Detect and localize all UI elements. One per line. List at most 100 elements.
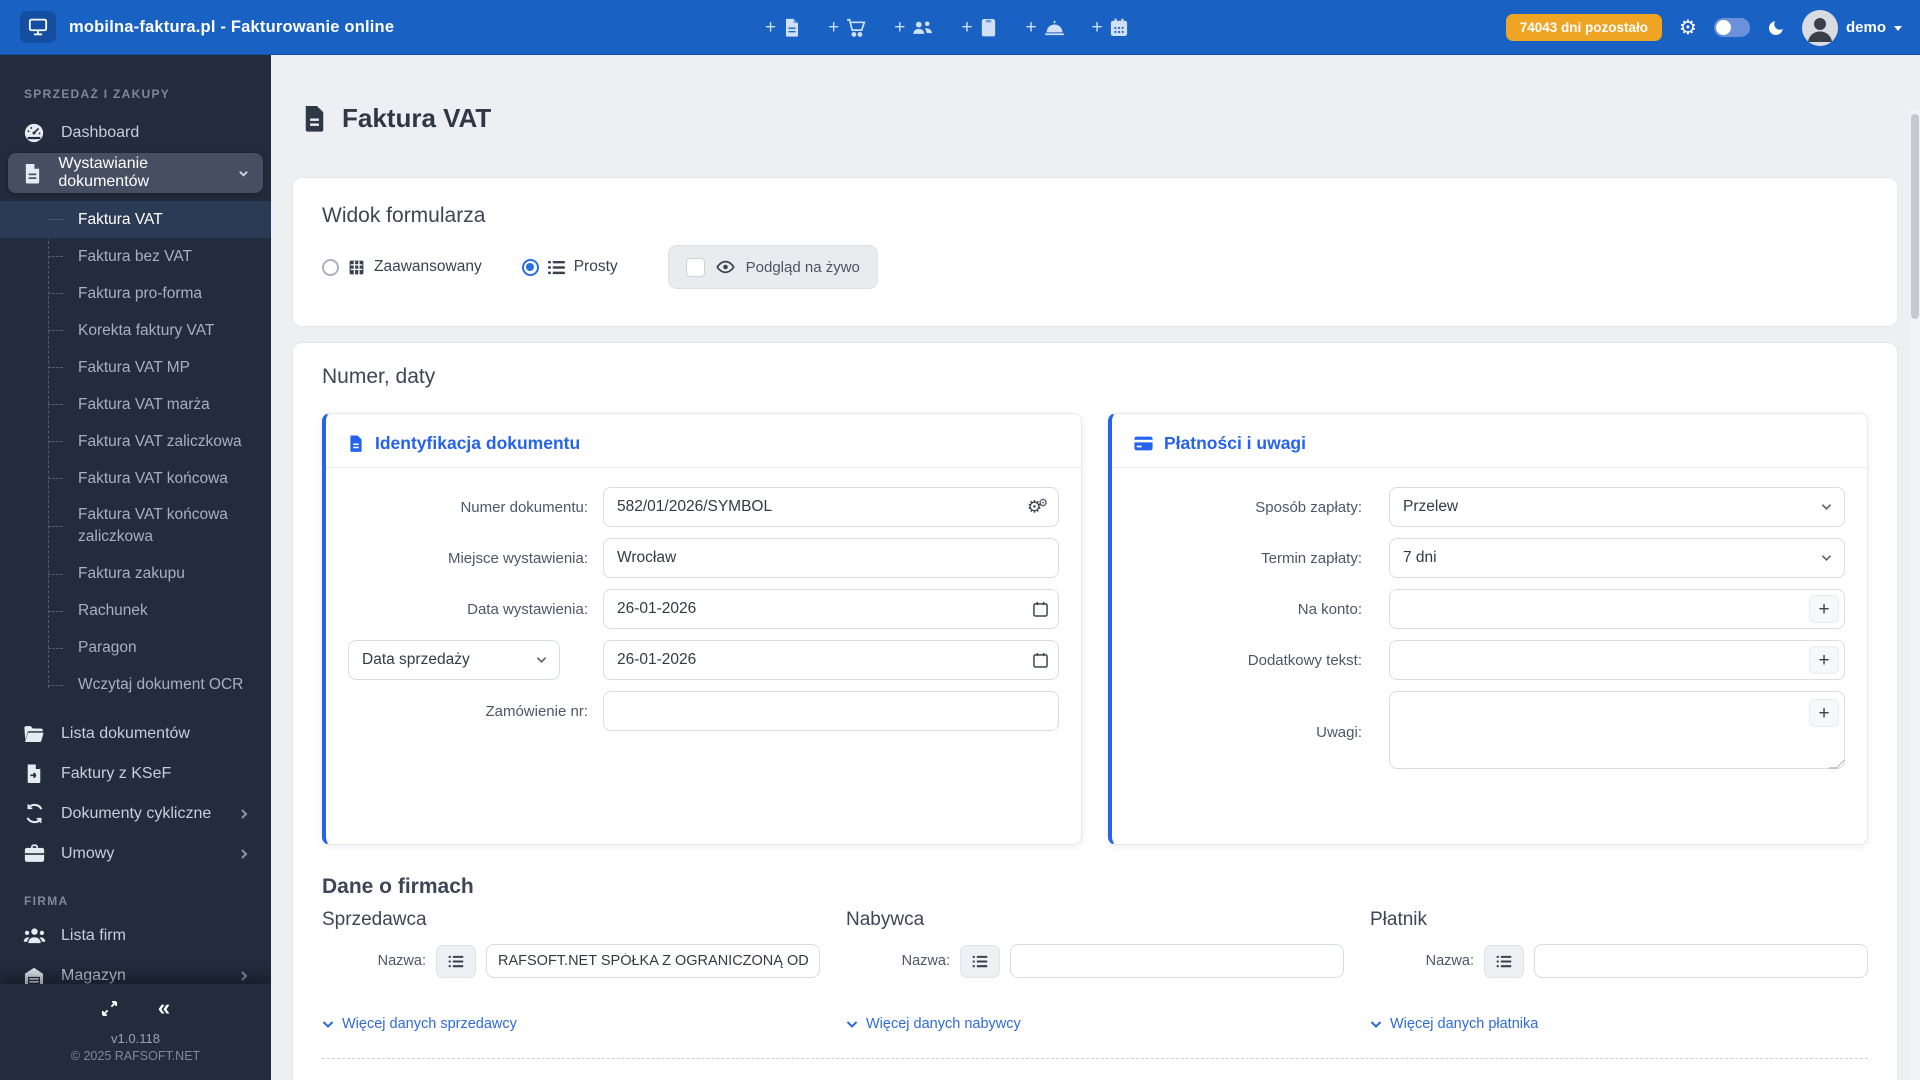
data-sprzedazy-input[interactable]: [603, 640, 1059, 680]
link-label: Więcej danych sprzedawcy: [342, 1016, 517, 1032]
collapse-sidebar-icon[interactable]: «: [158, 997, 170, 1019]
add-document-button[interactable]: +: [765, 18, 801, 37]
add-schedule-button[interactable]: +: [1092, 18, 1128, 37]
seller-name-input[interactable]: [486, 944, 820, 978]
live-preview-checkbox[interactable]: [685, 257, 705, 277]
user-menu[interactable]: demo: [1801, 9, 1902, 46]
simple-view-option[interactable]: Prosty: [521, 258, 618, 276]
subitem-faktura-vat-koncowa[interactable]: Faktura VAT końcowa: [0, 460, 271, 497]
calendar-icon[interactable]: [1033, 652, 1048, 668]
numer-dokumentu-input[interactable]: [603, 487, 1059, 527]
calendar-icon: [1110, 18, 1128, 37]
more-payer-data-link[interactable]: Więcej danych płatnika: [1370, 1016, 1868, 1032]
numbering-settings-icon[interactable]: ⚙ ⚙: [1027, 498, 1048, 516]
payer-title: Płatnik: [1370, 909, 1428, 930]
calendar-icon[interactable]: [1033, 601, 1048, 617]
companies-icon: [22, 927, 46, 945]
add-contractor-button[interactable]: +: [894, 18, 934, 37]
selected-option: 7 dni: [1403, 549, 1437, 566]
trial-days-badge[interactable]: 74043 dni pozostało: [1505, 14, 1663, 41]
plus-icon: +: [961, 17, 973, 38]
subitem-paragon[interactable]: Paragon: [0, 630, 271, 667]
sidebar-item-label: Dashboard: [61, 124, 140, 141]
chevron-right-icon: [239, 848, 249, 860]
buyer-name-input[interactable]: [1010, 944, 1344, 978]
sidebar-item-wystawianie-dokumentow[interactable]: Wystawianie dokumentów: [8, 153, 263, 193]
grid-icon: [348, 258, 365, 276]
buyer-pick-list-button[interactable]: [960, 944, 1000, 978]
chevron-down-icon: [1370, 1020, 1382, 1029]
sposob-zaplaty-label: Sposób zapłaty:: [1255, 498, 1362, 516]
subitem-faktura-vat[interactable]: Faktura VAT: [0, 201, 271, 238]
subitem-wczytaj-dokument-ocr[interactable]: Wczytaj dokument OCR: [0, 667, 271, 704]
dark-mode-moon-icon[interactable]: [1767, 19, 1785, 37]
simple-label: Prosty: [573, 258, 618, 275]
expand-sidebar-icon[interactable]: [101, 1000, 118, 1017]
subitem-faktura-vat-zaliczkowa[interactable]: Faktura VAT zaliczkowa: [0, 423, 271, 460]
subitem-faktura-zakupu[interactable]: Faktura zakupu: [0, 556, 271, 593]
link-label: Więcej danych płatnika: [1390, 1016, 1539, 1032]
briefcase-icon: [22, 844, 46, 863]
subitem-rachunek[interactable]: Rachunek: [0, 593, 271, 630]
payer-name-input[interactable]: [1534, 944, 1868, 978]
sidebar-item-label: Magazyn: [61, 966, 126, 984]
seller-pick-list-button[interactable]: [436, 944, 476, 978]
numer-dokumentu-label: Numer dokumentu:: [460, 498, 588, 516]
add-text-button[interactable]: +: [1809, 646, 1839, 674]
subitem-faktura-vat-marza[interactable]: Faktura VAT marża: [0, 386, 271, 423]
sidebar-item-label: Lista dokumentów: [61, 724, 190, 742]
add-account-button[interactable]: +: [1809, 595, 1839, 623]
miejsce-wystawienia-input[interactable]: [603, 538, 1059, 578]
subitem-faktura-vat-koncowa-zaliczkowa[interactable]: Faktura VAT końcowa zaliczkowa: [0, 497, 255, 556]
sidebar-item-lista-dokumentow[interactable]: Lista dokumentów: [8, 714, 263, 754]
dodatkowy-tekst-input[interactable]: [1389, 640, 1845, 680]
data-sprzedazy-select[interactable]: Data sprzedaży: [348, 640, 560, 680]
more-buyer-data-link[interactable]: Więcej danych nabywcy: [846, 1016, 1344, 1032]
add-note-button[interactable]: +: [1809, 699, 1839, 727]
na-konto-input[interactable]: [1389, 589, 1845, 629]
companies-section-title: Dane o firmach: [322, 875, 474, 898]
sposob-zaplaty-select[interactable]: Przelew: [1389, 487, 1845, 527]
seller-column: Sprzedawca Nazwa:: [322, 909, 820, 978]
sidebar-item-dashboard[interactable]: Dashboard: [8, 113, 263, 153]
uwagi-label: Uwagi:: [1316, 724, 1362, 741]
more-seller-data-link[interactable]: Więcej danych sprzedawcy: [322, 1016, 820, 1032]
termin-zaplaty-select[interactable]: 7 dni: [1389, 538, 1845, 578]
subitem-korekta-faktury-vat[interactable]: Korekta faktury VAT: [0, 312, 271, 349]
add-service-button[interactable]: +: [1025, 18, 1064, 37]
dodatkowy-tekst-label: Dodatkowy tekst:: [1247, 651, 1362, 669]
data-wystawienia-label: Data wystawienia:: [467, 600, 588, 618]
quick-add-toolbar: + + + + + +: [765, 0, 1128, 55]
add-product-button[interactable]: +: [961, 18, 998, 37]
payer-pick-list-button[interactable]: [1484, 944, 1524, 978]
sidebar-item-faktury-z-ksef[interactable]: Faktury z KSeF: [8, 754, 263, 794]
sidebar-section-sales: SPRZEDAŻ I ZAKUPY: [24, 87, 171, 101]
scrollbar-thumb[interactable]: [1911, 114, 1919, 319]
theme-toggle[interactable]: [1713, 18, 1750, 37]
chevron-right-icon: [239, 970, 249, 982]
vertical-scrollbar[interactable]: [1910, 110, 1920, 1080]
add-sale-button[interactable]: +: [828, 18, 867, 37]
chevron-down-icon: [1821, 503, 1832, 511]
sidebar-item-label: Dokumenty cykliczne: [61, 804, 212, 822]
termin-zaplaty-label: Termin zapłaty:: [1261, 549, 1362, 567]
radio-unchecked[interactable]: [322, 258, 339, 276]
subitem-faktura-vat-mp[interactable]: Faktura VAT MP: [0, 349, 271, 386]
plus-icon: +: [894, 17, 906, 38]
sidebar-item-dokumenty-cykliczne[interactable]: Dokumenty cykliczne: [8, 794, 263, 834]
radio-checked[interactable]: [521, 258, 539, 276]
document-type-submenu: Faktura VAT Faktura bez VAT Faktura pro-…: [0, 201, 271, 704]
live-preview-toggle[interactable]: Podgląd na żywo: [667, 245, 878, 289]
buyer-title: Nabywca: [846, 909, 925, 930]
sidebar-item-lista-firm[interactable]: Lista firm: [8, 916, 263, 956]
sidebar-item-umowy[interactable]: Umowy: [8, 834, 263, 874]
product-icon: [979, 18, 998, 37]
subitem-faktura-bez-vat[interactable]: Faktura bez VAT: [0, 238, 271, 275]
subitem-faktura-pro-forma[interactable]: Faktura pro-forma: [0, 275, 271, 312]
zamowienie-nr-label: Zamówienie nr:: [485, 702, 588, 720]
advanced-view-option[interactable]: Zaawansowany: [322, 258, 482, 276]
uwagi-textarea[interactable]: [1389, 691, 1845, 769]
zamowienie-nr-input[interactable]: [603, 691, 1059, 731]
data-wystawienia-input[interactable]: [603, 589, 1059, 629]
settings-gear-icon[interactable]: ⚙: [1679, 18, 1697, 38]
